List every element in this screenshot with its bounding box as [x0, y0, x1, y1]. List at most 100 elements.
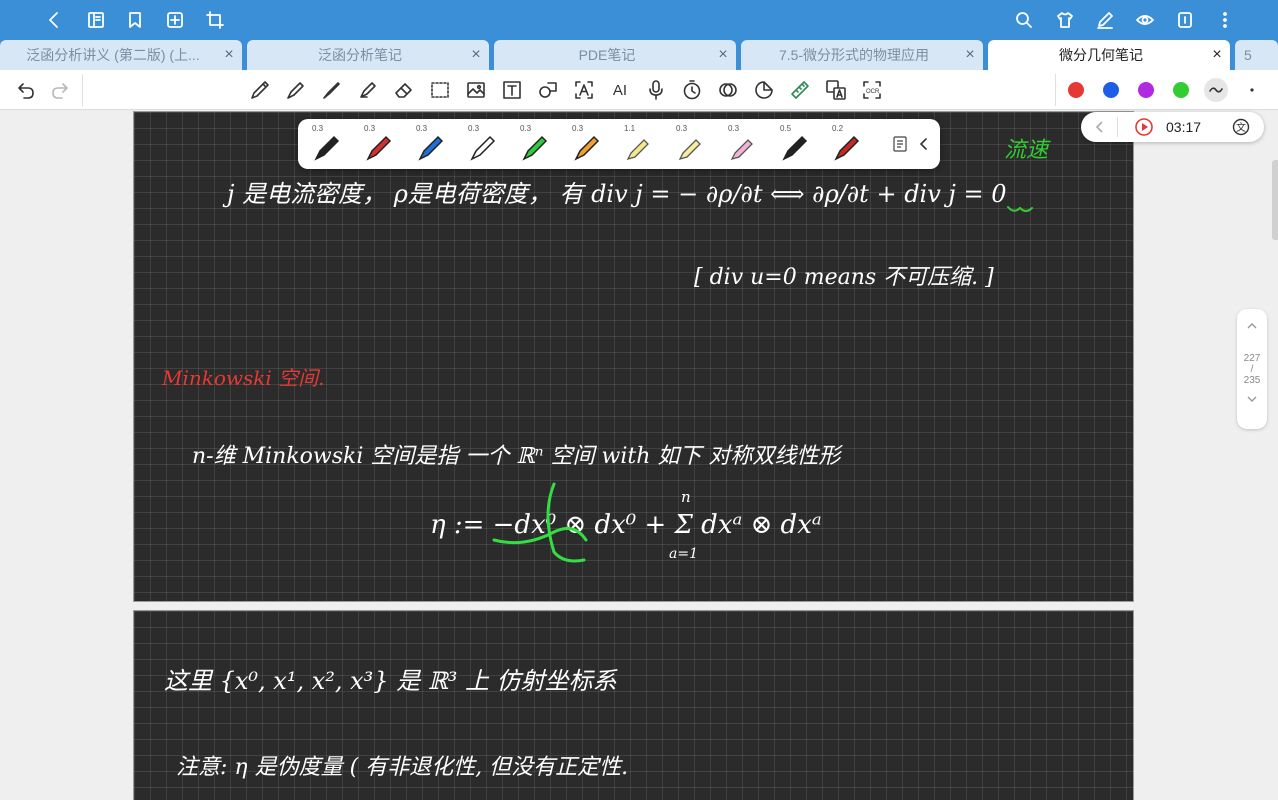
page-layout-icon[interactable] [1175, 10, 1195, 30]
lasso-select-icon[interactable] [428, 78, 452, 102]
page-down-icon[interactable] [1237, 392, 1267, 410]
eraser-icon[interactable] [392, 78, 416, 102]
shape-tool-icon[interactable] [536, 78, 560, 102]
highlighter-icon[interactable] [356, 78, 380, 102]
ruler-icon[interactable] [788, 78, 812, 102]
highlighter-option[interactable]: 1.1 [610, 119, 662, 169]
highlighter-option[interactable]: 0.3 [714, 119, 766, 169]
color-swatch-red[interactable] [1068, 82, 1084, 98]
pen-option[interactable]: 0.2 [818, 119, 870, 169]
note-page[interactable]: 这里 {x⁰, x¹, x², x³} 是 ℝ³ 上 仿射坐标系 注意: η 是… [133, 610, 1134, 800]
text-box-icon[interactable] [500, 78, 524, 102]
brush-pen-icon[interactable] [320, 78, 344, 102]
page-up-icon[interactable] [1237, 319, 1267, 337]
note-minkowski-heading: Minkowski 空间. [162, 366, 325, 390]
tab-differential-forms-physics[interactable]: 7.5-微分形式的物理应用 × [741, 40, 983, 70]
pen-icon [470, 135, 496, 161]
search-icon[interactable] [1014, 10, 1034, 30]
color-swatch-green[interactable] [1173, 82, 1189, 98]
pen-library-icon[interactable] [891, 135, 909, 153]
total-page-count: 235 [1243, 375, 1261, 386]
pen-option[interactable]: 0.3 [506, 119, 558, 169]
pen-size-label: 0.5 [780, 124, 792, 133]
pen-option[interactable]: 0.3 [298, 119, 350, 169]
color-swatch-blue[interactable] [1103, 82, 1119, 98]
bookmark-icon[interactable] [125, 10, 145, 30]
microphone-icon[interactable] [644, 78, 668, 102]
play-button-icon[interactable] [1134, 117, 1154, 142]
tab-close-icon[interactable]: × [463, 46, 489, 64]
note-green-annotation: 流速 [1004, 138, 1049, 163]
undo-icon[interactable] [14, 78, 38, 102]
tab-pde-notes[interactable]: PDE笔记 × [494, 40, 736, 70]
timer-icon[interactable] [680, 78, 704, 102]
theme-shirt-icon[interactable] [1055, 10, 1075, 30]
tab-differential-geometry-notes[interactable]: 微分几何笔记 × [988, 40, 1230, 70]
audio-playback-bar: 03:17 文 [1081, 112, 1264, 142]
pen-mode-icon[interactable] [1095, 10, 1115, 30]
pen-size-label: 0.3 [468, 124, 480, 133]
tab-functional-analysis-notes[interactable]: 泛函分析笔记 × [247, 40, 489, 70]
add-page-icon[interactable] [165, 10, 185, 30]
sticker-icon[interactable] [752, 78, 776, 102]
tab-close-icon[interactable]: × [957, 46, 983, 64]
note-affine-coordinates: 这里 {x⁰, x¹, x², x³} 是 ℝ³ 上 仿射坐标系 [164, 667, 617, 695]
pen-option[interactable]: 0.3 [402, 119, 454, 169]
pen-size-label: 0.2 [832, 124, 844, 133]
tab-functional-analysis-lectures[interactable]: 泛函分析讲义 (第二版) (上... × [0, 40, 242, 70]
pen-size-label: 0.3 [728, 124, 740, 133]
page-separator: / [1250, 364, 1254, 375]
translate-icon[interactable] [824, 78, 848, 102]
side-scroll-handle[interactable] [1272, 160, 1278, 240]
svg-text:文: 文 [1236, 121, 1246, 134]
pen-icon [574, 135, 600, 161]
current-page-number: 227 [1243, 353, 1261, 364]
crop-icon[interactable] [205, 10, 225, 30]
highlighter-option[interactable]: 0.3 [662, 119, 714, 169]
tab-close-icon[interactable]: × [216, 46, 242, 64]
note-sum-lower: a=1 [669, 546, 698, 562]
tab-count[interactable]: 5 [1235, 40, 1278, 70]
pen-option[interactable]: 0.3 [350, 119, 402, 169]
audio-prev-icon[interactable] [1091, 118, 1109, 141]
notebook-canvas[interactable]: j 是电流密度， ρ是电荷密度， 有 div j = − ∂ρ/∂t ⟺ ∂ρ/… [0, 111, 1278, 800]
ink-effect-icon[interactable] [716, 78, 740, 102]
pen-icon [314, 135, 340, 161]
text-recognition-icon[interactable] [572, 78, 596, 102]
back-icon[interactable] [44, 10, 64, 30]
note-incompressible: [ div u=0 means 不可压缩. ] [694, 265, 994, 290]
pen-icon [366, 135, 392, 161]
pen-icon [782, 135, 808, 161]
toolbar-divider [1055, 74, 1056, 106]
view-eye-icon[interactable] [1135, 10, 1155, 30]
ai-assistant-icon[interactable]: AI [608, 78, 632, 102]
pen-size-label: 0.3 [520, 124, 532, 133]
image-insert-icon[interactable] [464, 78, 488, 102]
tab-label: 微分几何笔记 [1059, 47, 1143, 63]
redo-icon[interactable] [48, 78, 72, 102]
tab-close-icon[interactable]: × [710, 46, 736, 64]
pen-tool-icon[interactable] [248, 78, 272, 102]
note-sum-upper: n [681, 488, 691, 506]
more-menu-icon[interactable] [1215, 10, 1235, 30]
color-swatch-purple[interactable] [1138, 82, 1154, 98]
pen-option[interactable]: 0.5 [766, 119, 818, 169]
transcribe-icon[interactable]: 文 [1231, 117, 1251, 142]
audio-time: 03:17 [1166, 119, 1202, 135]
fountain-pen-icon[interactable] [284, 78, 308, 102]
note-page[interactable]: j 是电流密度， ρ是电荷密度， 有 div j = − ∂ρ/∂t ⟺ ∂ρ/… [133, 111, 1134, 602]
stroke-width-dot-icon[interactable] [1240, 78, 1264, 102]
collapse-chevron-icon[interactable] [915, 135, 933, 153]
tab-close-icon[interactable]: × [1204, 46, 1230, 64]
stroke-style-icon[interactable] [1204, 78, 1228, 102]
pen-icon [834, 135, 860, 161]
notebook-outline-icon[interactable] [86, 10, 106, 30]
toolbar-divider [82, 74, 83, 106]
pen-option[interactable]: 0.3 [558, 119, 610, 169]
app-top-bar [0, 0, 1278, 40]
pen-option[interactable]: 0.3 [454, 119, 506, 169]
ocr-icon[interactable]: OCR [860, 78, 884, 102]
pen-icon [522, 135, 548, 161]
tab-count-label: 5 [1244, 47, 1252, 63]
highlighter-icon [678, 139, 701, 161]
